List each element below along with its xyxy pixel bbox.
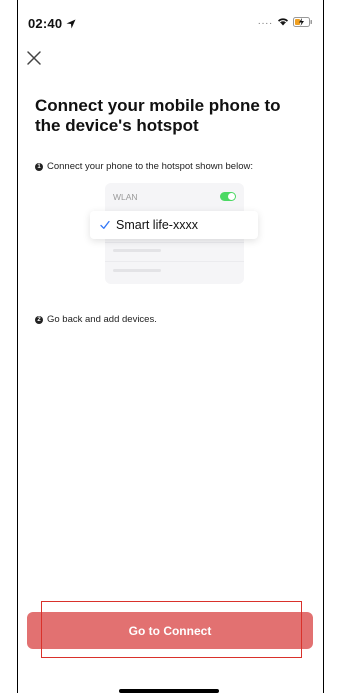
step-1: 1 Connect your phone to the hotspot show…: [35, 161, 253, 172]
highlight-box: [41, 601, 302, 658]
step-2-number: 2: [35, 315, 43, 324]
phone-screen: 02:40 .... Connect your mobile phone to …: [17, 0, 324, 693]
status-bar: 02:40 ....: [18, 0, 323, 40]
wifi-icon: [278, 18, 288, 26]
wlan-divider: [105, 242, 244, 243]
close-icon[interactable]: [26, 50, 42, 66]
signal-dots: ....: [257, 16, 273, 27]
wlan-label: WLAN: [113, 192, 138, 202]
location-arrow-icon: [66, 19, 76, 28]
status-time-group: 02:40: [28, 16, 76, 31]
step-2: 2 Go back and add devices.: [35, 314, 157, 325]
wlan-placeholder-line: [113, 269, 161, 272]
step-1-number: 1: [35, 162, 43, 171]
network-name: Smart life-xxxx: [116, 218, 198, 232]
selected-network-row: Smart life-xxxx: [90, 211, 258, 239]
wlan-divider: [105, 261, 244, 262]
step-1-text: Connect your phone to the hotspot shown …: [47, 161, 253, 172]
battery-charging-icon: [293, 16, 312, 27]
page-title: Connect your mobile phone to the device'…: [35, 96, 281, 135]
checkmark-icon: [100, 220, 110, 229]
status-indicators: ....: [258, 16, 313, 27]
step-2-text: Go back and add devices.: [47, 314, 157, 325]
home-indicator: [119, 689, 219, 693]
wlan-placeholder-line: [113, 249, 161, 252]
status-time: 02:40: [28, 16, 63, 31]
wlan-toggle-icon: [220, 192, 236, 201]
